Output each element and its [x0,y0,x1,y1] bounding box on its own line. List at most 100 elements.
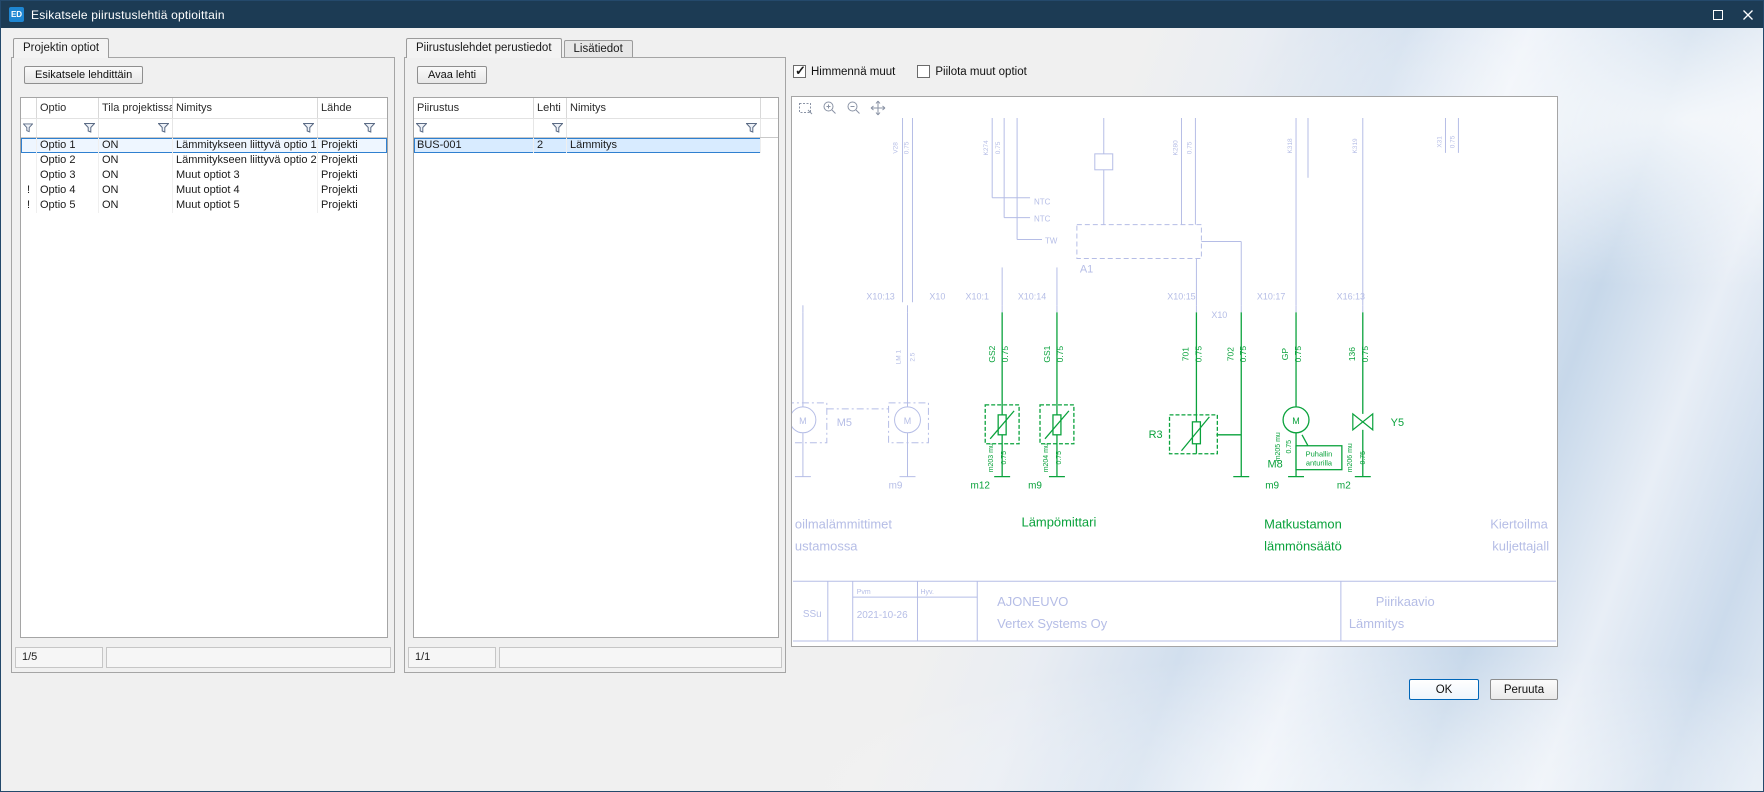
filter-cell [761,119,778,137]
table-row[interactable]: Optio 1 ON Lämmitykseen liittyvä optio 1… [21,138,387,153]
svg-text:K274: K274 [983,140,990,156]
column-header-tila[interactable]: Tila projektissa [99,98,173,118]
svg-text:0.75: 0.75 [1360,451,1367,465]
svg-text:K319: K319 [1352,138,1359,154]
dim-others-checkbox[interactable]: Himmennä muut [793,65,895,78]
filter-cell[interactable] [99,119,173,137]
filter-icon [84,123,95,133]
filter-cell[interactable] [21,119,37,137]
column-header-marker[interactable] [21,98,37,118]
table-row[interactable]: ! Optio 5 ON Muut optiot 5 Projekti [21,198,387,213]
window-title: Esikatsele piirustuslehtiä optioittain [31,8,225,22]
column-header-optio[interactable]: Optio [37,98,99,118]
filter-icon [364,123,375,133]
svg-text:Matkustamon: Matkustamon [1264,516,1342,531]
svg-text:X10:17: X10:17 [1257,291,1285,301]
cell-tila: ON [99,153,173,168]
filter-icon [552,123,563,133]
column-header-filler [761,98,778,118]
titlebar[interactable]: ED Esikatsele piirustuslehtiä optioittai… [1,1,1763,28]
drawing-preview: GS20.75GS10.757010.757020.75GP0.751360.7… [791,96,1558,647]
svg-text:m206 mu: m206 mu [1347,443,1354,472]
svg-text:M5: M5 [837,417,852,429]
table-row[interactable]: Optio 2 ON Lämmitykseen liittyvä optio 2… [21,153,387,168]
cancel-button[interactable]: Peruuta [1490,679,1558,700]
zoom-in-icon[interactable] [821,99,838,116]
filter-icon [23,123,33,133]
open-sheet-button[interactable]: Avaa lehti [417,66,487,84]
column-header-lahde[interactable]: Lähde [318,98,387,118]
filter-cell[interactable] [173,119,318,137]
filter-cell[interactable] [318,119,387,137]
options-filter-row [21,119,387,138]
checkbox-box[interactable] [917,65,930,78]
svg-text:0.75: 0.75 [1293,346,1303,363]
column-header-nimitys[interactable]: Nimitys [173,98,318,118]
filter-cell[interactable] [567,119,761,137]
zoom-window-icon[interactable] [797,99,814,116]
svg-text:oilmalämmittimet: oilmalämmittimet [795,516,892,531]
left-panel-body: Esikatsele lehdittäin Optio Tila projekt… [11,57,395,673]
svg-text:NTC: NTC [1034,215,1051,224]
cell-optio: Optio 3 [37,168,99,183]
cell-nimitys: Muut optiot 3 [173,168,318,183]
row-marker [21,138,37,153]
filter-cell[interactable] [414,119,534,137]
close-button[interactable] [1733,1,1763,28]
row-marker [21,153,37,168]
svg-text:m9: m9 [1265,481,1279,492]
table-row[interactable]: BUS-001 2 Lämmitys [414,138,761,153]
preview-by-sheet-button[interactable]: Esikatsele lehdittäin [24,66,143,84]
svg-text:SSu: SSu [803,609,822,620]
cell-lahde: Projekti [318,198,387,213]
tab-perustiedot[interactable]: Piirustuslehdet perustiedot [406,38,562,58]
svg-text:0.75: 0.75 [1001,451,1008,465]
statusbar-cell [499,647,782,668]
svg-text:Hyv.: Hyv. [920,589,933,596]
svg-text:0.75: 0.75 [904,141,911,154]
svg-text:Pvm: Pvm [857,589,871,596]
svg-text:X16:13: X16:13 [1337,291,1365,301]
table-row[interactable]: ! Optio 4 ON Muut optiot 4 Projekti [21,183,387,198]
column-header-piirustus[interactable]: Piirustus [414,98,534,118]
cell-nimitys: Muut optiot 5 [173,198,318,213]
svg-text:0.75: 0.75 [1238,346,1248,363]
filter-cell[interactable] [37,119,99,137]
column-header-lehti[interactable]: Lehti [534,98,567,118]
cell-optio: Optio 4 [37,183,99,198]
cell-tila: ON [99,168,173,183]
zoom-out-icon[interactable] [845,99,862,116]
svg-text:m2: m2 [1337,481,1351,492]
svg-text:anturilla: anturilla [1306,459,1333,468]
pan-icon[interactable] [869,99,886,116]
cell-lahde: Projekti [318,183,387,198]
tab-projektin-optiot[interactable]: Projektin optiot [13,38,109,58]
filter-icon [158,123,169,133]
ok-button[interactable]: OK [1409,679,1479,700]
svg-text:Puhallin: Puhallin [1306,450,1333,459]
cell-tila: ON [99,198,173,213]
svg-text:AJONEUVO: AJONEUVO [997,594,1068,609]
cell-optio: Optio 2 [37,153,99,168]
hide-other-options-checkbox[interactable]: Piilota muut optiot [917,65,1026,78]
svg-text:0.75: 0.75 [1449,135,1456,148]
filter-cell[interactable] [534,119,567,137]
table-row[interactable]: Optio 3 ON Muut optiot 3 Projekti [21,168,387,183]
svg-text:2.5: 2.5 [909,352,916,361]
svg-text:X31: X31 [1436,136,1443,148]
cell-lahde: Projekti [318,153,387,168]
svg-text:m205 mu: m205 mu [1275,432,1282,461]
svg-text:X10:15: X10:15 [1167,291,1195,301]
column-header-nimitys[interactable]: Nimitys [567,98,761,118]
tab-lisatiedot[interactable]: Lisätiedot [564,40,633,57]
svg-text:M: M [1292,416,1299,426]
cell-tila: ON [99,183,173,198]
svg-text:ustamossa: ustamossa [795,538,858,553]
middle-statusbar: 1/1 [408,647,782,668]
checkbox-box[interactable] [793,65,806,78]
svg-text:m9: m9 [1028,481,1042,492]
schematic-drawing[interactable]: GS20.75GS10.757010.757020.75GP0.751360.7… [792,118,1557,646]
svg-text:X10:13: X10:13 [866,291,894,301]
maximize-button[interactable] [1703,1,1733,28]
svg-text:M: M [904,416,911,426]
